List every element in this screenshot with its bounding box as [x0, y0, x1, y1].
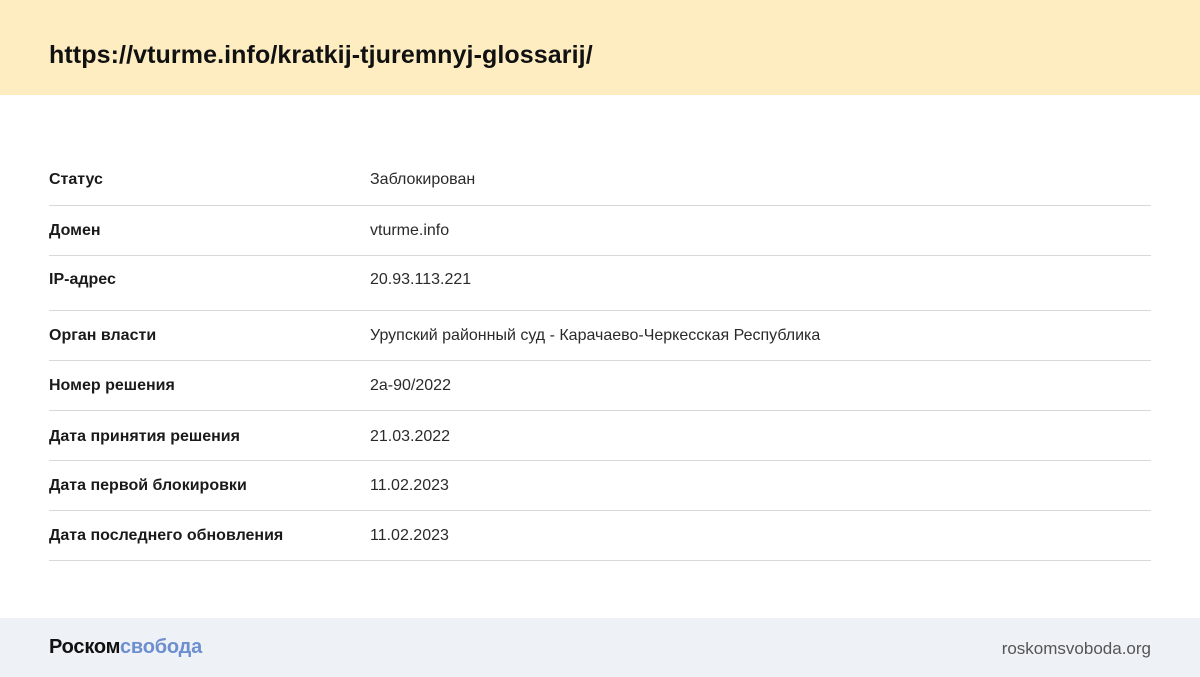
- row-value-status: Заблокирован: [370, 171, 476, 188]
- row-label-last-update-date: Дата последнего обновления: [49, 527, 284, 544]
- logo-text-part1: Роском: [49, 636, 120, 658]
- row-value-domain: vturme.info: [370, 222, 450, 239]
- row-authority: Орган власти Урупский районный суд - Кар…: [49, 311, 1151, 361]
- row-value-last-update-date: 11.02.2023: [370, 527, 449, 544]
- row-last-update-date: Дата последнего обновления 11.02.2023: [49, 511, 1151, 561]
- row-ip: IP-адрес 20.93.113.221: [49, 256, 1151, 311]
- row-label-status: Статус: [49, 171, 103, 188]
- row-value-first-block-date: 11.02.2023: [370, 477, 449, 494]
- row-value-decision-date: 21.03.2022: [370, 428, 451, 445]
- row-domain: Домен vturme.info: [49, 206, 1151, 256]
- roskomsvoboda-logo: Роскомсвобода: [49, 636, 202, 659]
- row-decision-number: Номер решения 2а-90/2022: [49, 361, 1151, 411]
- info-table: Статус Заблокирован Домен vturme.info IP…: [49, 155, 1151, 561]
- row-value-ip: 20.93.113.221: [370, 271, 472, 288]
- row-value-authority: Урупский районный суд - Карачаево-Черкес…: [370, 327, 821, 344]
- url-header: https://vturme.info/kratkij-tjuremnyj-gl…: [0, 0, 1200, 95]
- row-label-decision-date: Дата принятия решения: [49, 428, 240, 445]
- row-label-authority: Орган власти: [49, 327, 157, 344]
- row-decision-date: Дата принятия решения 21.03.2022: [49, 411, 1151, 461]
- row-status: Статус Заблокирован: [49, 155, 1151, 206]
- logo-text-part2: свобода: [119, 636, 203, 658]
- row-label-ip: IP-адрес: [49, 271, 116, 288]
- blocked-url: https://vturme.info/kratkij-tjuremnyj-gl…: [49, 41, 593, 69]
- row-label-decision-number: Номер решения: [49, 377, 175, 394]
- row-first-block-date: Дата первой блокировки 11.02.2023: [49, 461, 1151, 511]
- footer: Роскомсвобода roskomsvoboda.org: [0, 618, 1200, 677]
- row-value-decision-number: 2а-90/2022: [370, 377, 451, 394]
- site-link[interactable]: roskomsvoboda.org: [1002, 639, 1151, 659]
- row-label-first-block-date: Дата первой блокировки: [49, 477, 247, 494]
- row-label-domain: Домен: [49, 222, 101, 239]
